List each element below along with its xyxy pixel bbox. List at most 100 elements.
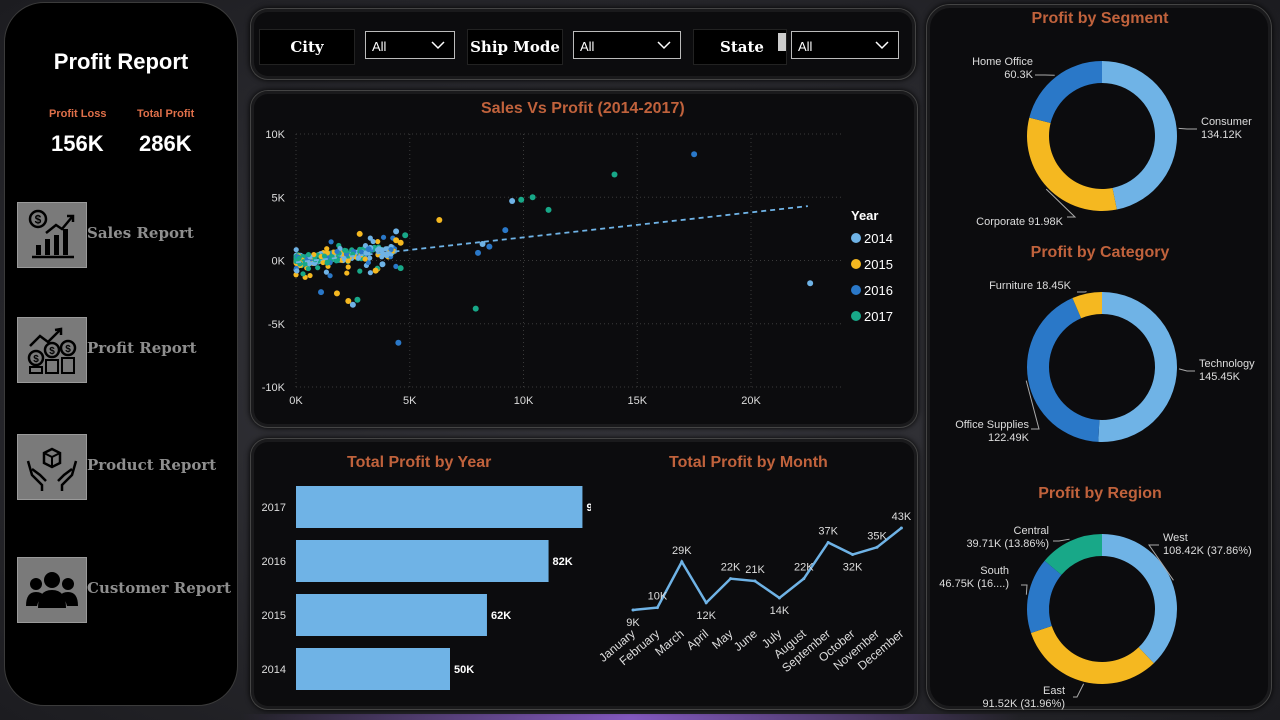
donut-label: East xyxy=(1043,685,1065,697)
bar-value-label: 62K xyxy=(491,610,511,622)
scatter-point xyxy=(307,272,313,279)
bar-value-label: 82K xyxy=(553,556,573,568)
line-point xyxy=(875,545,879,549)
scatter-point xyxy=(518,196,525,203)
state-select-value: All xyxy=(798,39,813,54)
x-tick-label: 20K xyxy=(741,395,761,407)
donut-slice xyxy=(1098,292,1177,442)
scatter-point xyxy=(345,258,351,264)
chevron-down-icon xyxy=(875,41,889,50)
city-select-value: All xyxy=(372,39,387,54)
scatter-point xyxy=(344,270,350,276)
donut-label: Corporate 91.98K xyxy=(976,216,1063,228)
donut-label: South xyxy=(980,565,1009,577)
scatter-point xyxy=(393,228,400,235)
bar-category-label: 2014 xyxy=(262,664,286,676)
profit-bar xyxy=(296,594,487,636)
state-filter-handle[interactable] xyxy=(778,33,786,51)
line-value-label: 35K xyxy=(867,530,887,542)
scatter-point xyxy=(472,305,479,312)
donut-label: 108.42K (37.86%) xyxy=(1163,545,1252,557)
sales-vs-profit-panel: Sales Vs Profit (2014-2017) 10K 5K 0K -5K -1… xyxy=(250,90,918,428)
legend-label: 2015 xyxy=(864,257,893,272)
month-tick-label: May xyxy=(709,627,735,652)
donut-leader-line xyxy=(1021,584,1028,595)
donut-leader-line xyxy=(1053,538,1070,542)
ship-mode-select[interactable]: All xyxy=(573,31,681,59)
scatter-point xyxy=(302,261,308,267)
scatter-point xyxy=(293,247,299,253)
line-point xyxy=(729,577,733,581)
scatter-point xyxy=(379,254,385,260)
donut-slice xyxy=(1027,560,1062,634)
ship-mode-select-value: All xyxy=(580,39,595,54)
city-filter-label: City xyxy=(259,29,355,65)
donut-slice xyxy=(1102,61,1177,210)
scatter-point xyxy=(315,265,321,271)
nav-sales-report-label: Sales Report xyxy=(87,224,194,242)
donut-label: 60.3K xyxy=(1004,69,1033,81)
donut-label: 145.45K xyxy=(1199,371,1241,383)
line-value-label: 37K xyxy=(818,525,838,537)
nav-customer-report[interactable]: Customer Report xyxy=(17,557,231,623)
line-value-label: 22K xyxy=(721,562,741,574)
nav-product-report[interactable]: Product Report xyxy=(17,434,217,500)
x-tick-label: 0K xyxy=(289,395,303,407)
scatter-point xyxy=(296,255,302,261)
bar-category-label: 2016 xyxy=(262,556,286,568)
line-point xyxy=(899,526,903,530)
state-filter-label-text: State xyxy=(720,38,764,56)
chevron-down-icon xyxy=(657,41,671,50)
bar-category-label: 2017 xyxy=(262,502,286,514)
scatter-point xyxy=(318,289,325,296)
profit-breakdown-panel: Profit by Segment Profit by Category Pro… xyxy=(926,4,1272,710)
line-point xyxy=(826,540,830,544)
svg-text:$: $ xyxy=(35,213,42,227)
donut-slice xyxy=(1029,61,1102,123)
line-value-label: 32K xyxy=(843,562,863,574)
kpi-total-profit-label: Total Profit xyxy=(137,108,195,120)
donut-label: Technology xyxy=(1199,358,1255,370)
scatter-point xyxy=(343,248,349,254)
line-point xyxy=(680,560,684,564)
donut-label: 91.52K (31.96%) xyxy=(982,698,1065,710)
legend-title: Year xyxy=(851,208,878,223)
scatter-point xyxy=(545,206,552,213)
donut-slice xyxy=(1030,625,1154,685)
scatter-point xyxy=(374,247,381,253)
line-point xyxy=(631,608,635,612)
nav-profit-report-label: Profit Report xyxy=(87,339,197,357)
donut-label: 39.71K (13.86%) xyxy=(966,538,1049,550)
state-select[interactable]: All xyxy=(791,31,899,59)
line-point xyxy=(777,596,781,600)
nav-profit-report[interactable]: $ $ $ Profit Report xyxy=(17,317,217,383)
donut-leader-line xyxy=(1073,683,1085,698)
scatter-point xyxy=(333,290,340,297)
line-value-label: 22K xyxy=(794,562,814,574)
donut-label: Home Office xyxy=(972,56,1033,68)
svg-text:$: $ xyxy=(49,346,55,357)
line-value-label: 29K xyxy=(672,545,692,557)
nav-sales-report[interactable]: $ Sales Report xyxy=(17,202,217,268)
legend-label: 2016 xyxy=(864,283,893,298)
page-title: Profit Report xyxy=(53,49,189,74)
profit-bar xyxy=(296,648,450,690)
scatter-point xyxy=(486,243,493,250)
scatter-point xyxy=(611,171,618,178)
donut-label: Consumer xyxy=(1201,116,1252,128)
scatter-point xyxy=(379,261,386,268)
scatter-point xyxy=(502,227,509,234)
line-point xyxy=(851,553,855,557)
line-value-label: 10K xyxy=(648,591,668,603)
scatter-point xyxy=(436,217,443,224)
scatter-point xyxy=(328,239,334,245)
y-tick-label: 5K xyxy=(272,192,286,204)
legend-marker xyxy=(851,233,861,243)
line-point xyxy=(802,577,806,581)
state-filter-label: State xyxy=(693,29,787,65)
kpi-profit-loss-label: Profit Loss xyxy=(49,108,107,120)
line-point xyxy=(704,601,708,605)
x-tick-label: 15K xyxy=(627,395,647,407)
line-value-label: 21K xyxy=(745,564,765,576)
city-select[interactable]: All xyxy=(365,31,455,59)
